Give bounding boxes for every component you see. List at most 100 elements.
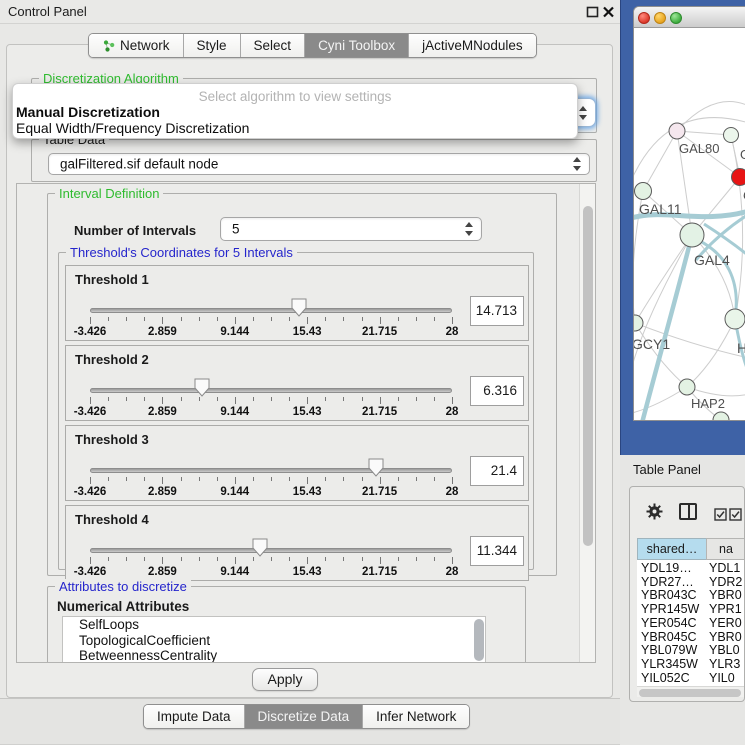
tab-discretize-data[interactable]: Discretize Data <box>245 705 364 728</box>
tab-cyni-toolbox[interactable]: Cyni Toolbox <box>305 34 409 57</box>
network-node[interactable] <box>724 128 739 143</box>
threshold-value-field[interactable]: 21.4 <box>470 456 524 486</box>
slider-tick <box>362 317 363 321</box>
combo-stepper-icon <box>464 222 473 236</box>
slider-tick-label: 15.43 <box>275 566 339 578</box>
checkbox-checked-icon[interactable] <box>729 508 742 521</box>
algorithm-option[interactable]: Manual Discretization <box>16 104 160 120</box>
network-window-frame: GAL80GACGAL11GAL4GCY1HHAP2 <box>620 0 745 455</box>
table-row[interactable]: YIL052CYIL0 <box>637 671 745 685</box>
number-of-intervals-combo[interactable]: 5 <box>220 217 482 241</box>
zoom-traffic-light-icon[interactable] <box>670 12 682 24</box>
threshold-slider-thumb[interactable] <box>291 298 307 320</box>
tab-style[interactable]: Style <box>184 34 241 57</box>
apply-button[interactable]: Apply <box>252 668 318 691</box>
cell-shared-name: YDL19… <box>641 561 692 575</box>
network-edge[interactable] <box>634 387 687 414</box>
threshold-panel: Threshold 1-3.4262.8599.14415.4321.71528… <box>65 265 529 341</box>
network-edge[interactable] <box>635 235 692 323</box>
slider-tick-label: 2.859 <box>130 486 194 498</box>
network-node[interactable] <box>713 412 729 421</box>
network-node[interactable] <box>732 169 745 186</box>
cell-shared-name: YIL052C <box>641 671 690 685</box>
slider-tick <box>217 477 218 481</box>
network-node[interactable] <box>669 123 685 139</box>
algorithm-option[interactable]: Equal Width/Frequency Discretization <box>16 120 249 136</box>
minimize-traffic-light-icon[interactable] <box>654 12 666 24</box>
slider-tick <box>126 397 127 401</box>
table-row[interactable]: YBR043CYBR0 <box>637 588 745 602</box>
table-row[interactable]: YDR27…YDR2 <box>637 575 745 589</box>
network-edge[interactable] <box>643 131 677 191</box>
threshold-panel: Threshold 3-3.4262.8599.14415.4321.71528… <box>65 425 529 501</box>
tab-label: Network <box>120 38 170 53</box>
threshold-slider-track[interactable] <box>90 548 452 553</box>
network-node[interactable] <box>725 309 745 329</box>
slider-tick <box>144 317 145 321</box>
settings-vertical-scrollbar[interactable] <box>579 184 596 662</box>
tab-infer-network[interactable]: Infer Network <box>363 705 469 728</box>
numerical-attributes-list[interactable]: SelfLoopsTopologicalCoefficientBetweenne… <box>62 616 486 663</box>
table-row[interactable]: YLR345WYLR3 <box>637 657 745 671</box>
table-row[interactable]: YBL079WYBL0 <box>637 643 745 657</box>
list-scrollbar-thumb[interactable] <box>474 619 484 661</box>
slider-tick-label: 2.859 <box>130 566 194 578</box>
threshold-slider-track[interactable] <box>90 468 452 473</box>
slider-tick <box>108 557 109 561</box>
network-node[interactable] <box>634 315 643 331</box>
network-edge[interactable] <box>687 387 745 396</box>
column-header-shared-name[interactable]: shared… <box>637 538 707 560</box>
tab-network[interactable]: Network <box>89 34 184 57</box>
list-item[interactable]: TopologicalCoefficient <box>63 633 485 649</box>
table-row[interactable]: YDL19…YDL1 <box>637 561 745 575</box>
slider-tick <box>289 317 290 321</box>
threshold-slider-thumb[interactable] <box>252 538 268 560</box>
close-icon[interactable] <box>602 6 615 18</box>
float-window-icon[interactable] <box>586 6 599 18</box>
slider-tick <box>253 397 254 401</box>
column-header-name[interactable]: na <box>706 538 745 560</box>
threshold-value-field[interactable]: 14.713 <box>470 296 524 326</box>
network-edge[interactable] <box>634 235 692 383</box>
list-item[interactable]: SelfLoops <box>63 617 485 633</box>
threshold-slider-thumb[interactable] <box>194 378 210 400</box>
table-row[interactable]: YBR045CYBR0 <box>637 630 745 644</box>
tab-jactivemnodules[interactable]: jActiveMNodules <box>409 34 536 57</box>
threshold-slider-track[interactable] <box>90 308 452 313</box>
close-traffic-light-icon[interactable] <box>638 12 650 24</box>
slider-tick <box>325 557 326 561</box>
split-columns-icon[interactable] <box>679 503 697 520</box>
tab-select[interactable]: Select <box>241 34 306 57</box>
threshold-slider-thumb[interactable] <box>368 458 384 480</box>
table-horizontal-scrollbar[interactable] <box>637 686 745 697</box>
threshold-value-field[interactable]: 11.344 <box>470 536 524 566</box>
settings-gear-icon[interactable] <box>646 503 663 520</box>
scrollbar-thumb[interactable] <box>639 689 741 697</box>
network-node[interactable] <box>680 223 704 247</box>
cyni-bottom-tabbar: Impute DataDiscretize DataInfer Network <box>143 704 470 729</box>
threshold-slider-track[interactable] <box>90 388 452 393</box>
table-data-combo[interactable]: galFiltered.sif default node <box>48 153 590 175</box>
threshold-value-field[interactable]: 6.316 <box>470 376 524 406</box>
slider-tick <box>452 557 453 564</box>
network-node[interactable] <box>679 379 695 395</box>
table-row[interactable]: YPR145WYPR1 <box>637 602 745 616</box>
network-edge[interactable] <box>677 102 745 131</box>
scrollbar-thumb[interactable] <box>583 206 593 546</box>
network-icon <box>102 39 115 52</box>
network-canvas[interactable]: GAL80GACGAL11GAL4GCY1HHAP2 <box>634 28 745 421</box>
checkbox-checked-icon[interactable] <box>714 508 727 521</box>
settings-scrollpane: Interval Definition Number of Intervals … <box>16 183 596 663</box>
tab-impute-data[interactable]: Impute Data <box>144 705 245 728</box>
cell-name: YER0 <box>709 616 742 630</box>
node-label: H <box>737 340 745 356</box>
cell-name: YBR0 <box>709 588 742 602</box>
slider-tick <box>307 317 308 324</box>
slider-tick-label: 15.43 <box>275 486 339 498</box>
slider-tick-label: 9.144 <box>203 326 267 338</box>
network-node[interactable] <box>635 183 652 200</box>
network-edge[interactable] <box>692 235 735 319</box>
table-row[interactable]: YER054CYER0 <box>637 616 745 630</box>
node-label: GAL80 <box>679 141 719 156</box>
list-item[interactable]: BetweennessCentrality <box>63 648 485 663</box>
